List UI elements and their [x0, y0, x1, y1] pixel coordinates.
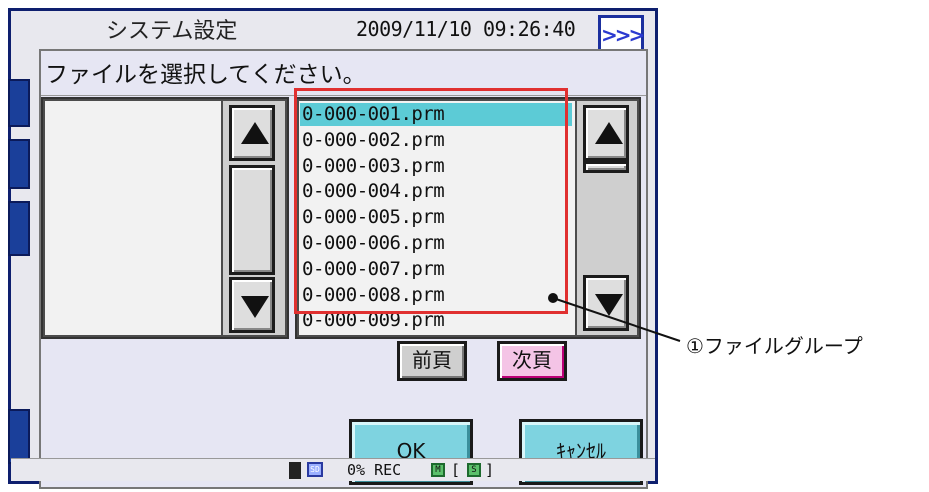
bracket-close: ]	[485, 461, 495, 479]
double-chevron-icon: >>>	[601, 23, 645, 47]
side-tab-2[interactable]	[8, 139, 30, 189]
datetime-display: 2009/11/10 09:26:40	[356, 17, 576, 41]
status-bar: SD 0% REC M [ S ]	[11, 458, 655, 481]
background-screen-title: システム設定	[106, 19, 238, 44]
folder-list[interactable]	[45, 101, 221, 335]
file-scroll-down-button[interactable]	[583, 275, 629, 331]
down-arrow-icon	[595, 294, 623, 316]
sd-card-icon: SD	[307, 462, 323, 477]
file-scroll-thumb[interactable]	[583, 161, 629, 173]
folder-scroll-thumb[interactable]	[229, 165, 275, 275]
bracket-open: [	[451, 461, 461, 479]
file-scrollbar[interactable]	[577, 101, 637, 335]
memory-m-icon: M	[431, 463, 445, 477]
down-arrow-icon	[241, 296, 269, 318]
folder-scroll-up-button[interactable]	[229, 105, 275, 161]
next-page-button[interactable]: 次頁	[497, 341, 567, 381]
folder-scrollbar[interactable]	[223, 101, 285, 335]
side-tab-4[interactable]	[8, 409, 30, 464]
up-arrow-icon	[241, 122, 269, 144]
previous-page-button[interactable]: 前頁	[397, 341, 467, 381]
up-arrow-icon	[595, 122, 623, 144]
battery-icon	[289, 462, 301, 479]
folder-list-panel	[41, 97, 289, 339]
side-tab-3[interactable]	[8, 201, 30, 256]
file-scroll-up-button[interactable]	[583, 105, 629, 161]
file-group-highlight-frame	[294, 88, 568, 314]
dialog-title: ファイルを選択してください。	[45, 62, 366, 88]
folder-scroll-down-button[interactable]	[229, 277, 275, 333]
memory-s-icon: S	[467, 463, 481, 477]
side-tab-1[interactable]	[8, 79, 30, 127]
recording-status: 0% REC	[347, 461, 402, 479]
file-group-annotation-label: ①ファイルグループ	[686, 334, 863, 358]
